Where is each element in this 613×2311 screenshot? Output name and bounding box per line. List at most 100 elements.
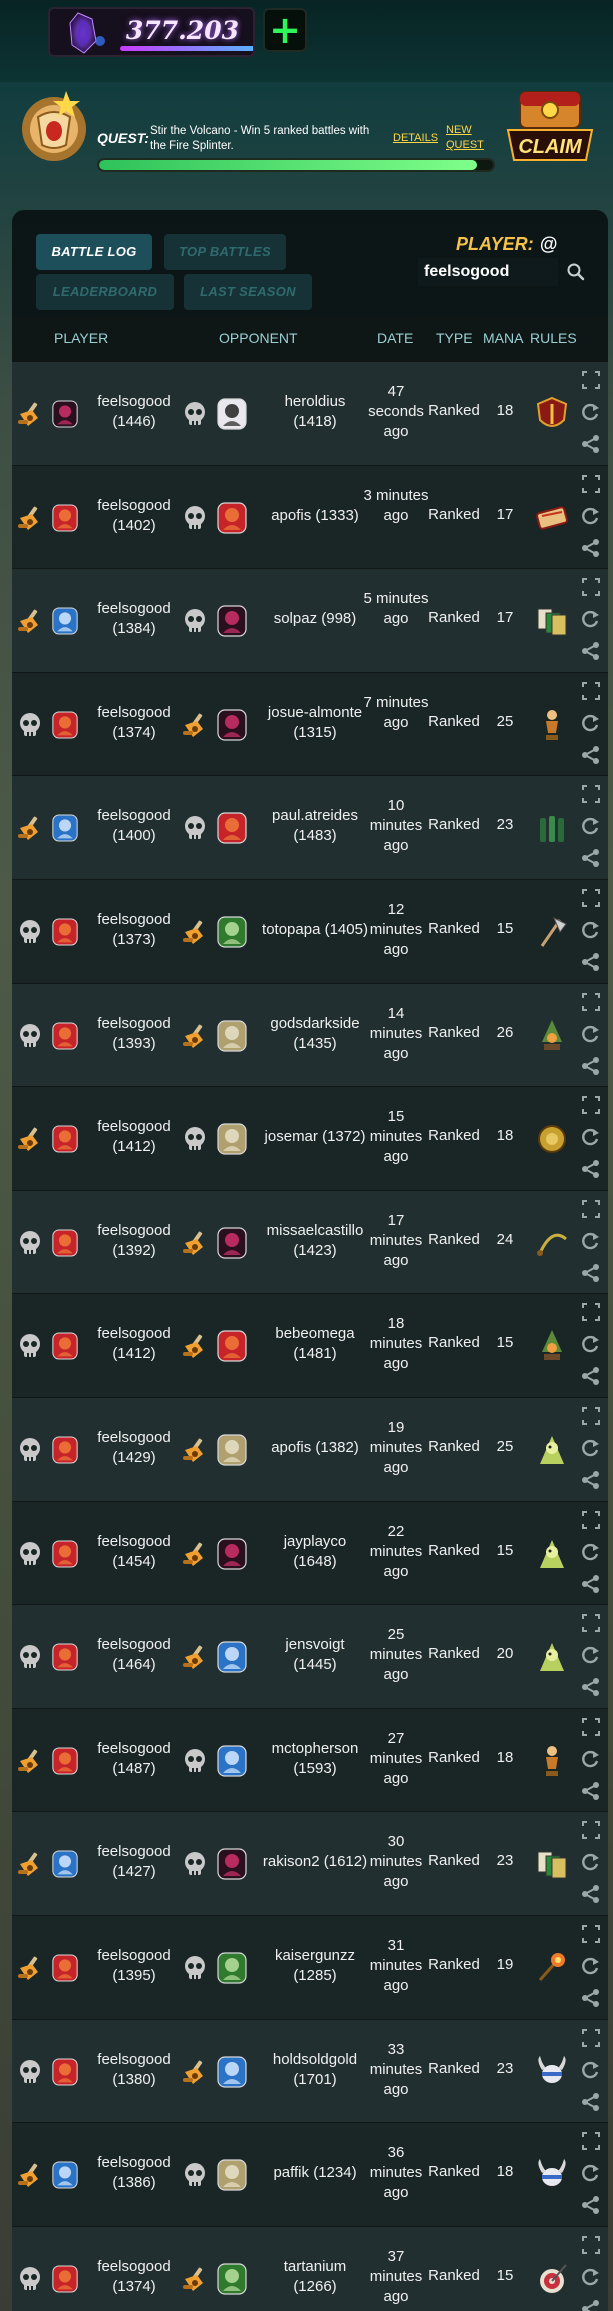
battle-row[interactable]: feelsogood (1374) josue-almonte (1315) 7 min… xyxy=(12,672,608,777)
col-date[interactable]: DATE xyxy=(377,330,413,346)
player-name[interactable]: feelsogood (1374) xyxy=(86,703,182,743)
battle-row[interactable]: feelsogood (1392) missaelcastillo (1423) 17 … xyxy=(12,1190,608,1295)
fullscreen-icon[interactable] xyxy=(581,1302,601,1322)
share-icon[interactable] xyxy=(581,1366,601,1386)
replay-icon[interactable] xyxy=(581,1956,601,1976)
player-name[interactable]: feelsogood (1412) xyxy=(86,1324,182,1364)
replay-icon[interactable] xyxy=(581,2267,601,2287)
replay-icon[interactable] xyxy=(581,816,601,836)
tab-last-season[interactable]: LAST SEASON xyxy=(184,274,312,310)
player-search-input[interactable] xyxy=(418,258,558,286)
fullscreen-icon[interactable] xyxy=(581,2028,601,2048)
share-icon[interactable] xyxy=(581,848,601,868)
col-opponent[interactable]: OPPONENT xyxy=(219,330,298,346)
replay-icon[interactable] xyxy=(581,506,601,526)
fullscreen-icon[interactable] xyxy=(581,681,601,701)
replay-icon[interactable] xyxy=(581,402,601,422)
fullscreen-icon[interactable] xyxy=(581,577,601,597)
replay-icon[interactable] xyxy=(581,1127,601,1147)
search-icon[interactable] xyxy=(566,262,586,282)
share-icon[interactable] xyxy=(581,2195,601,2215)
battle-row[interactable]: feelsogood (1400) paul.atreides (1483) 10 mi… xyxy=(12,776,608,880)
player-name[interactable]: feelsogood (1464) xyxy=(86,1635,182,1675)
share-icon[interactable] xyxy=(581,745,601,765)
player-name[interactable]: feelsogood (1384) xyxy=(86,599,182,639)
replay-icon[interactable] xyxy=(581,1024,601,1044)
player-name[interactable]: feelsogood (1380) xyxy=(86,2050,182,2090)
fullscreen-icon[interactable] xyxy=(581,1095,601,1115)
player-name[interactable]: feelsogood (1454) xyxy=(86,1532,182,1572)
share-icon[interactable] xyxy=(581,1056,601,1076)
share-icon[interactable] xyxy=(581,1988,601,2008)
balance-box[interactable]: 377.203 xyxy=(48,7,255,57)
fullscreen-icon[interactable] xyxy=(581,1820,601,1840)
player-name[interactable]: feelsogood (1402) xyxy=(86,496,182,536)
share-icon[interactable] xyxy=(581,1159,601,1179)
col-type[interactable]: TYPE xyxy=(436,330,473,346)
replay-icon[interactable] xyxy=(581,2060,601,2080)
battle-row[interactable]: feelsogood (1464) jensvoigt (1445) 25 minute… xyxy=(12,1605,608,1709)
share-icon[interactable] xyxy=(581,2092,601,2112)
battle-row[interactable]: feelsogood (1395) kaisergunzz (1285) 31 minu… xyxy=(12,1915,608,2020)
player-name[interactable]: feelsogood (1393) xyxy=(86,1014,182,1054)
battle-row[interactable]: feelsogood (1429) apofis (1382) 19 minutes … xyxy=(12,1397,608,1502)
battle-row[interactable]: feelsogood (1446) heroldius (1418) 47 second… xyxy=(12,362,608,466)
battle-row[interactable]: feelsogood (1374) tartanium (1266) 37 minute… xyxy=(12,2226,608,2311)
share-icon[interactable] xyxy=(581,641,601,661)
battle-row[interactable]: feelsogood (1454) jayplayco (1648) 22 minute… xyxy=(12,1501,608,1606)
fullscreen-icon[interactable] xyxy=(581,370,601,390)
battle-row[interactable]: feelsogood (1412) bebeomega (1481) 18 minute… xyxy=(12,1294,608,1398)
replay-icon[interactable] xyxy=(581,1852,601,1872)
fullscreen-icon[interactable] xyxy=(581,992,601,1012)
battle-row[interactable]: feelsogood (1380) holdsoldgold (1701) 33 min… xyxy=(12,2019,608,2124)
fullscreen-icon[interactable] xyxy=(581,1510,601,1530)
battle-row[interactable]: feelsogood (1384) solpaz (998) 5 minutes ag… xyxy=(12,569,608,673)
fullscreen-icon[interactable] xyxy=(581,474,601,494)
fullscreen-icon[interactable] xyxy=(581,1717,601,1737)
player-name[interactable]: feelsogood (1412) xyxy=(86,1117,182,1157)
col-mana[interactable]: MANA xyxy=(483,330,523,346)
tab-leaderboard[interactable]: LEADERBOARD xyxy=(36,274,174,310)
share-icon[interactable] xyxy=(581,434,601,454)
replay-icon[interactable] xyxy=(581,1542,601,1562)
battle-row[interactable]: feelsogood (1393) godsdarkside (1435) 14 min… xyxy=(12,983,608,1088)
new-quest-link[interactable]: NEW QUEST xyxy=(446,123,486,153)
replay-icon[interactable] xyxy=(581,1645,601,1665)
battle-row[interactable]: feelsogood (1412) josemar (1372) 15 minutes… xyxy=(12,1087,608,1191)
col-player[interactable]: PLAYER xyxy=(54,330,108,346)
share-icon[interactable] xyxy=(581,1677,601,1697)
replay-icon[interactable] xyxy=(581,1749,601,1769)
tab-battle-log[interactable]: BATTLE LOG xyxy=(36,234,152,270)
replay-icon[interactable] xyxy=(581,1334,601,1354)
battle-row[interactable]: feelsogood (1487) mctopherson (1593) 27 minu… xyxy=(12,1708,608,1813)
player-name[interactable]: feelsogood (1373) xyxy=(86,910,182,950)
player-name[interactable]: feelsogood (1392) xyxy=(86,1221,182,1261)
replay-icon[interactable] xyxy=(581,1438,601,1458)
battle-row[interactable]: feelsogood (1373) totopapa (1405) 12 minute… xyxy=(12,879,608,984)
claim-button[interactable]: CLAIM xyxy=(504,86,596,166)
replay-icon[interactable] xyxy=(581,2163,601,2183)
share-icon[interactable] xyxy=(581,2299,601,2311)
player-name[interactable]: feelsogood (1487) xyxy=(86,1739,182,1779)
player-name[interactable]: feelsogood (1400) xyxy=(86,806,182,846)
fullscreen-icon[interactable] xyxy=(581,2235,601,2255)
tab-top-battles[interactable]: TOP BATTLES xyxy=(164,234,286,270)
fullscreen-icon[interactable] xyxy=(581,1613,601,1633)
fullscreen-icon[interactable] xyxy=(581,1924,601,1944)
battle-row[interactable]: feelsogood (1402) apofis (1333) 3 minutes a… xyxy=(12,465,608,570)
share-icon[interactable] xyxy=(581,1884,601,1904)
fullscreen-icon[interactable] xyxy=(581,2131,601,2151)
quest-details-link[interactable]: DETAILS xyxy=(393,132,438,144)
share-icon[interactable] xyxy=(581,1574,601,1594)
player-name[interactable]: feelsogood (1395) xyxy=(86,1946,182,1986)
share-icon[interactable] xyxy=(581,538,601,558)
battle-row[interactable]: feelsogood (1386) paffik (1234) 36 minutes … xyxy=(12,2123,608,2227)
share-icon[interactable] xyxy=(581,1781,601,1801)
player-name[interactable]: feelsogood (1386) xyxy=(86,2153,182,2193)
fullscreen-icon[interactable] xyxy=(581,1406,601,1426)
player-name[interactable]: feelsogood (1446) xyxy=(86,392,182,432)
add-dec-button[interactable]: + xyxy=(263,8,307,52)
battle-row[interactable]: feelsogood (1427) rakison2 (1612) 30 minute… xyxy=(12,1812,608,1916)
share-icon[interactable] xyxy=(581,1263,601,1283)
replay-icon[interactable] xyxy=(581,1231,601,1251)
